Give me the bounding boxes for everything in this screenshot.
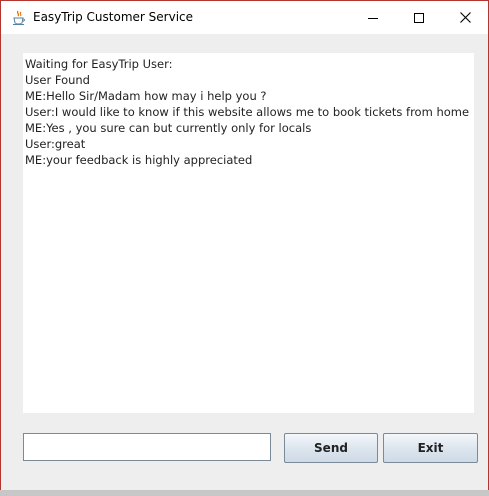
chat-line: ME:Yes , you sure can but currently only… <box>25 121 312 135</box>
minimize-icon <box>368 13 378 23</box>
chat-log[interactable]: Waiting for EasyTrip User: User Found ME… <box>23 53 474 413</box>
close-button[interactable] <box>442 1 488 34</box>
chat-line: Waiting for EasyTrip User: <box>25 57 173 71</box>
exit-button[interactable]: Exit <box>383 433 478 463</box>
content-pane: Waiting for EasyTrip User: User Found ME… <box>1 34 488 495</box>
java-cup-icon <box>11 10 27 26</box>
chat-line: User Found <box>25 73 90 87</box>
chat-line: ME:Hello Sir/Madam how may i help you ? <box>25 89 267 103</box>
message-input[interactable] <box>23 433 271 461</box>
chat-line: ME:your feedback is highly appreciated <box>25 153 253 167</box>
maximize-button[interactable] <box>396 1 442 34</box>
close-icon <box>459 12 471 23</box>
chat-line: User:great <box>25 137 86 151</box>
customer-service-window: EasyTrip Customer Service Waiting for Ea… <box>0 0 489 496</box>
chat-line: User:I would like to know if this websit… <box>25 105 474 119</box>
title-bar[interactable]: EasyTrip Customer Service <box>1 1 488 34</box>
send-button[interactable]: Send <box>284 433 378 463</box>
window-title: EasyTrip Customer Service <box>33 10 194 24</box>
desktop-background <box>0 490 489 496</box>
maximize-icon <box>414 12 424 23</box>
minimize-button[interactable] <box>350 1 396 34</box>
